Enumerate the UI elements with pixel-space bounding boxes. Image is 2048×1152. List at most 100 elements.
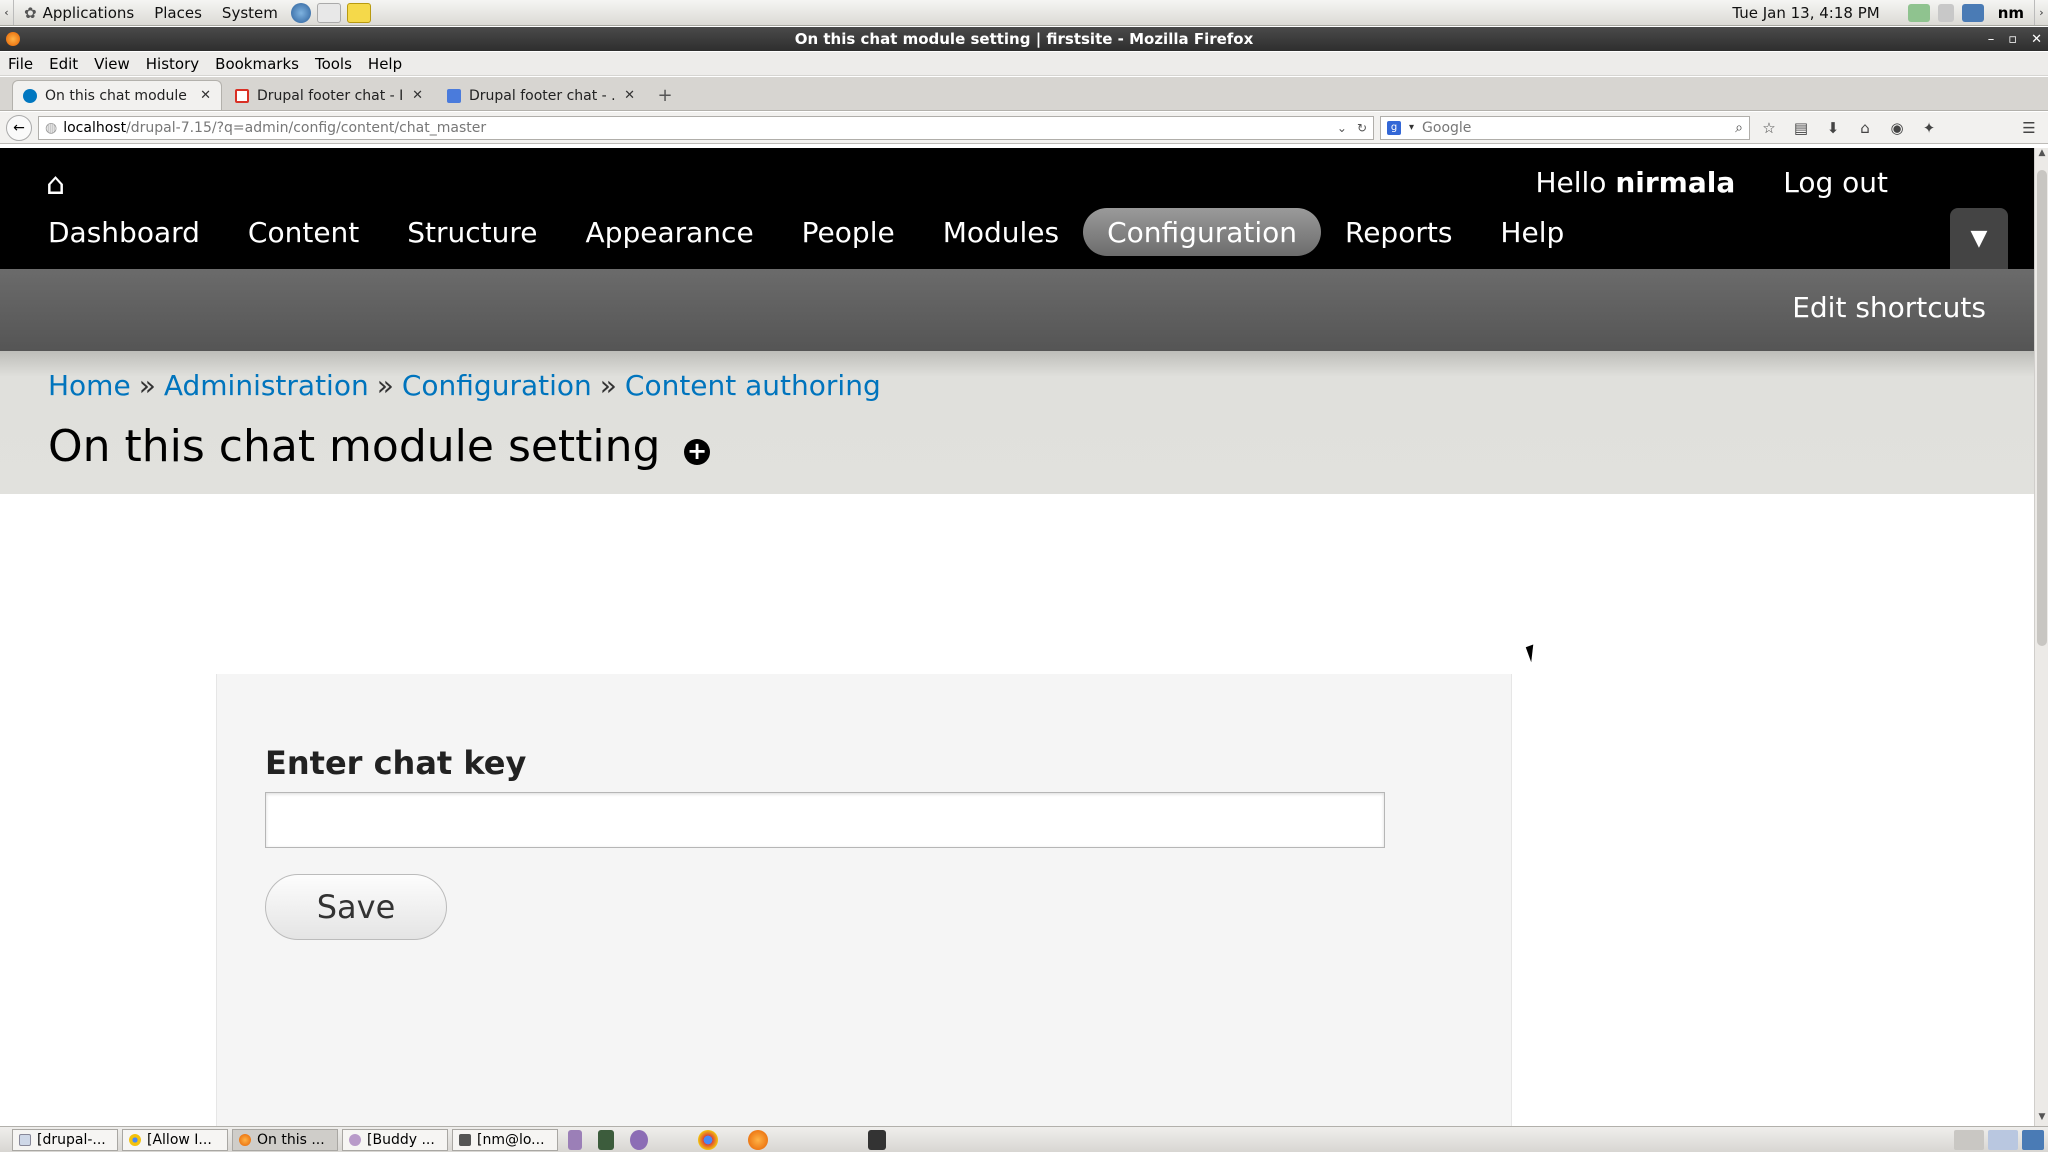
menu-reports[interactable]: Reports bbox=[1321, 208, 1476, 256]
menu-configuration[interactable]: Configuration bbox=[1083, 208, 1321, 256]
workspace-switcher-2[interactable] bbox=[1988, 1129, 2018, 1150]
save-button[interactable]: Save bbox=[265, 874, 447, 940]
system-menu[interactable]: System bbox=[212, 0, 288, 25]
menu-view[interactable]: View bbox=[86, 55, 138, 73]
downloads-icon[interactable]: ⬇ bbox=[1820, 116, 1846, 140]
navigation-bar: ← ◍ localhost /drupal-7.15/?q=admin/conf… bbox=[0, 112, 2048, 144]
volume-icon[interactable] bbox=[1937, 3, 1954, 22]
toolbar-home-icon[interactable]: ⌂ bbox=[46, 170, 76, 200]
places-menu[interactable]: Places bbox=[144, 0, 212, 25]
home-button-icon[interactable]: ⌂ bbox=[1852, 116, 1878, 140]
menu-modules[interactable]: Modules bbox=[919, 208, 1083, 256]
url-dropdown-icon[interactable]: ⌄ bbox=[1337, 121, 1347, 135]
tab-chat-module-setting[interactable]: On this chat module ... ✕ bbox=[12, 80, 222, 110]
tab-close-icon[interactable]: ✕ bbox=[412, 88, 423, 103]
pidgin-launcher-icon[interactable] bbox=[630, 1129, 648, 1150]
menu-history[interactable]: History bbox=[138, 55, 207, 73]
breadcrumb-home[interactable]: Home bbox=[48, 369, 131, 402]
admin-menu: Dashboard Content Structure Appearance P… bbox=[24, 208, 1588, 256]
scroll-down-icon[interactable]: ▼ bbox=[2035, 1112, 2048, 1126]
username: nirmala bbox=[1615, 166, 1736, 199]
logout-link[interactable]: Log out bbox=[1783, 166, 1888, 199]
menu-hamburger-icon[interactable]: ☰ bbox=[2016, 116, 2042, 140]
panel-left-arrow-icon[interactable]: ‹ bbox=[0, 0, 14, 25]
menu-help[interactable]: Help bbox=[1476, 208, 1588, 256]
google-engine-icon[interactable]: g bbox=[1387, 120, 1401, 135]
maximize-icon[interactable]: ▫ bbox=[2008, 32, 2017, 47]
chrome-launcher-icon[interactable] bbox=[698, 1129, 718, 1150]
new-tab-icon[interactable]: + bbox=[652, 82, 678, 108]
close-window-icon[interactable]: ✕ bbox=[2031, 32, 2042, 47]
menu-people[interactable]: People bbox=[778, 208, 919, 256]
content-area: Enter chat key Save bbox=[0, 494, 2034, 1126]
search-icon[interactable]: ⌕ bbox=[1735, 120, 1743, 136]
applications-menu[interactable]: ✿ Applications bbox=[14, 0, 144, 25]
task-allow[interactable]: [Allow I... bbox=[122, 1128, 228, 1151]
task-terminal[interactable]: [nm@lo... bbox=[452, 1128, 558, 1151]
task-on-this[interactable]: On this ... bbox=[232, 1128, 338, 1151]
panel-clock[interactable]: Tue Jan 13, 4:18 PM bbox=[1708, 4, 1903, 22]
breadcrumb: Home» Administration» Configuration» Conten… bbox=[48, 369, 881, 402]
firefox-launcher-icon[interactable] bbox=[748, 1129, 768, 1150]
breadcrumb-content-authoring[interactable]: Content authoring bbox=[625, 369, 881, 402]
menu-help[interactable]: Help bbox=[360, 55, 410, 73]
window-titlebar[interactable]: On this chat module setting | firstsite … bbox=[0, 27, 2048, 51]
search-bar[interactable]: g ▾ Google ⌕ bbox=[1380, 115, 1750, 140]
menu-dashboard[interactable]: Dashboard bbox=[24, 208, 224, 256]
task-label: [nm@lo... bbox=[477, 1131, 545, 1148]
terminal-launcher-icon[interactable] bbox=[868, 1129, 886, 1150]
mail-launcher-icon[interactable] bbox=[316, 2, 341, 23]
task-drupal[interactable]: [drupal-... bbox=[12, 1128, 118, 1151]
display-icon[interactable] bbox=[1961, 3, 1984, 22]
pidgin-icon bbox=[349, 1133, 361, 1146]
network-icon[interactable] bbox=[1907, 3, 1930, 22]
edit-shortcuts-link[interactable]: Edit shortcuts bbox=[1792, 291, 1986, 324]
back-arrow-icon[interactable]: ← bbox=[6, 114, 32, 141]
search-engine-dropdown-icon[interactable]: ▾ bbox=[1409, 122, 1414, 133]
panel-user-name[interactable]: nm bbox=[1988, 4, 2034, 22]
bookmarks-list-icon[interactable]: ▤ bbox=[1788, 116, 1814, 140]
workspace-switcher-1[interactable] bbox=[1954, 1129, 1984, 1150]
shortcuts-toggle-chevron-down-icon[interactable]: ▼ bbox=[1950, 208, 2008, 269]
breadcrumb-administration[interactable]: Administration bbox=[164, 369, 369, 402]
url-bar[interactable]: ◍ localhost /drupal-7.15/?q=admin/config… bbox=[38, 115, 1374, 140]
url-path: /drupal-7.15/?q=admin/config/content/cha… bbox=[126, 119, 487, 136]
drupal-favicon-icon bbox=[23, 88, 37, 103]
chat-settings-form: Enter chat key Save bbox=[216, 674, 1512, 1126]
text-editor-launcher-icon[interactable] bbox=[568, 1129, 582, 1150]
menu-bookmarks[interactable]: Bookmarks bbox=[207, 55, 307, 73]
menu-appearance[interactable]: Appearance bbox=[562, 208, 778, 256]
tab-label: On this chat module ... bbox=[45, 87, 193, 104]
page-scrollbar[interactable]: ▲ ▼ bbox=[2034, 148, 2048, 1126]
breadcrumb-configuration[interactable]: Configuration bbox=[402, 369, 592, 402]
tab-docs-footer-chat[interactable]: Drupal footer chat - ... ✕ bbox=[436, 80, 646, 110]
show-desktop-icon[interactable] bbox=[2022, 1129, 2044, 1150]
notes-launcher-icon[interactable] bbox=[346, 2, 371, 23]
url-host: localhost bbox=[63, 119, 127, 136]
task-label: [Allow I... bbox=[147, 1131, 212, 1148]
menu-structure[interactable]: Structure bbox=[383, 208, 561, 256]
panel-right-arrow-icon[interactable]: › bbox=[2034, 0, 2048, 25]
task-label: On this ... bbox=[257, 1131, 325, 1148]
hello-user[interactable]: Hello nirmala bbox=[1535, 166, 1735, 199]
chat-key-input[interactable] bbox=[265, 792, 1385, 848]
reload-icon[interactable]: ↻ bbox=[1357, 121, 1367, 135]
search-input[interactable]: Google bbox=[1422, 120, 1471, 136]
menu-tools[interactable]: Tools bbox=[307, 55, 360, 73]
menu-content[interactable]: Content bbox=[224, 208, 383, 256]
menu-file[interactable]: File bbox=[0, 55, 41, 73]
extension-badge-icon[interactable]: ✦ bbox=[1916, 116, 1942, 140]
minimize-icon[interactable]: – bbox=[1988, 32, 1995, 47]
tab-close-icon[interactable]: ✕ bbox=[200, 88, 211, 103]
bookmark-star-icon[interactable]: ☆ bbox=[1756, 116, 1782, 140]
calculator-launcher-icon[interactable] bbox=[598, 1129, 614, 1150]
add-shortcut-plus-icon[interactable]: + bbox=[684, 439, 710, 465]
addon-icon[interactable]: ◉ bbox=[1884, 116, 1910, 140]
web-browser-launcher-icon[interactable] bbox=[290, 2, 311, 23]
task-buddy[interactable]: [Buddy ... bbox=[342, 1128, 448, 1151]
tab-close-icon[interactable]: ✕ bbox=[624, 88, 635, 103]
menu-edit[interactable]: Edit bbox=[41, 55, 86, 73]
tab-gmail-footer-chat[interactable]: Drupal footer chat - I... ✕ bbox=[224, 80, 434, 110]
scroll-thumb[interactable] bbox=[2037, 170, 2047, 646]
scroll-up-icon[interactable]: ▲ bbox=[2035, 148, 2048, 162]
